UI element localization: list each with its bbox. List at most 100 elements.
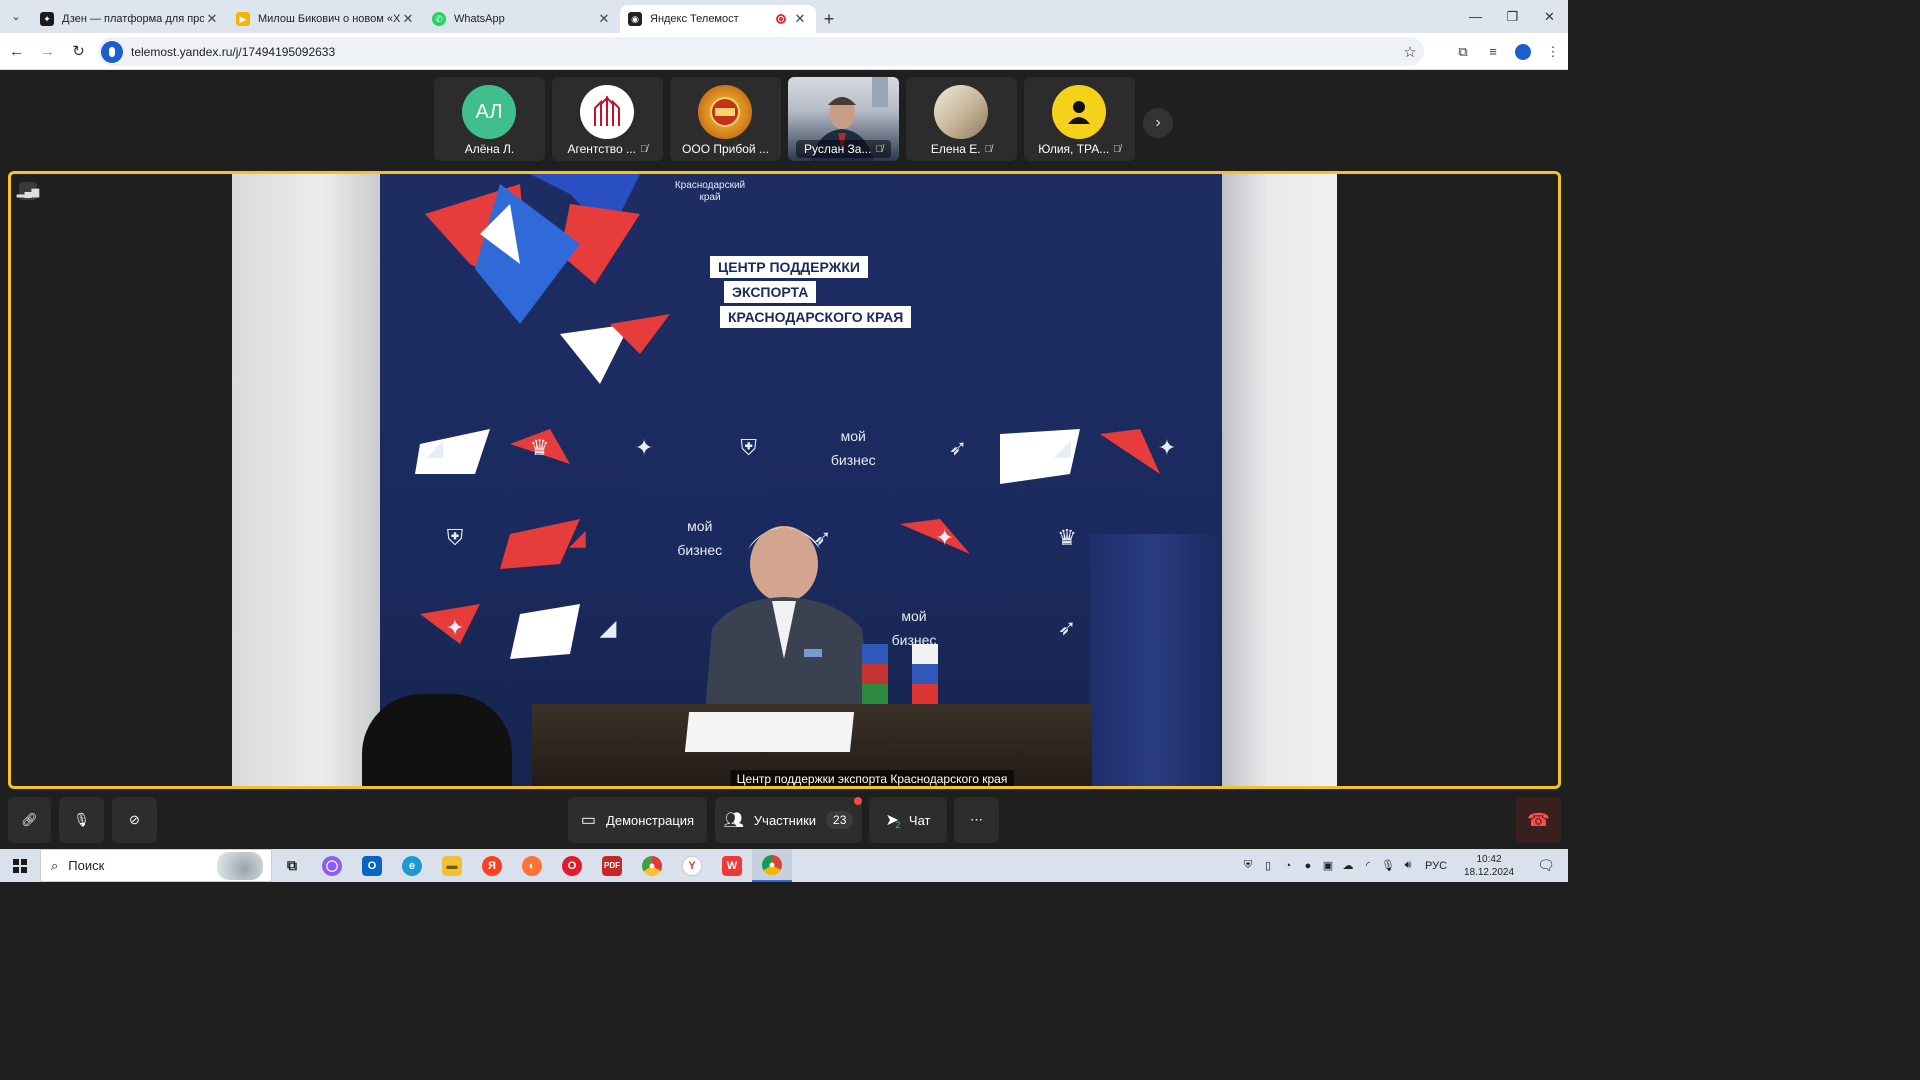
tab-search-button[interactable]: ⌄ (0, 0, 32, 33)
taskbar-search[interactable]: ⌕ Поиск (40, 849, 272, 882)
browser-tab[interactable]: ▶ Милош Бикович о новом «Хо... ✕ (228, 5, 424, 33)
address-bar[interactable]: telemost.yandex.ru/j/17494195092633 ☆ (98, 37, 1424, 66)
wall-right (1222, 174, 1337, 786)
participants-count-badge: 23 (826, 811, 854, 829)
screen-share-button[interactable]: ▭ Демонстрация (568, 797, 707, 843)
alice-icon[interactable]: ◯ (312, 849, 352, 882)
chevron-right-icon[interactable]: › (1143, 108, 1173, 138)
media-controls-icon[interactable]: ≡ (1478, 37, 1508, 66)
microphone-button[interactable]: 🎙︎ (59, 797, 104, 843)
participant-tile[interactable]: ООО Прибой ... (670, 77, 781, 161)
region-label-line: край (699, 192, 721, 203)
main-video[interactable]: ▂▄▆ Краснодарский край ЦЕНТР ПОДДЕРЖКИ Э… (8, 171, 1561, 789)
russia-flag (912, 644, 938, 704)
banner-title-line: ЦЕНТР ПОДДЕРЖКИ (710, 256, 868, 278)
more-options-button[interactable]: ⋯ (954, 797, 999, 843)
app-tray-icon[interactable]: ● (1298, 860, 1318, 872)
browser-tab[interactable]: ✦ Дзен — платформа для прос... ✕ (32, 5, 228, 33)
notifications-icon[interactable]: 🗨︎ (1524, 857, 1568, 874)
url-text[interactable]: telemost.yandex.ru/j/17494195092633 (131, 45, 1396, 59)
opera-icon[interactable]: O (552, 849, 592, 882)
reload-icon[interactable]: ↻ (64, 37, 93, 66)
participant-tile[interactable]: АЛ Алёна Л. (434, 77, 545, 161)
more-dots-icon: ⋯ (970, 812, 983, 827)
clock[interactable]: 10:42 18.12.2024 (1454, 853, 1524, 879)
display-icon[interactable]: ▣ (1318, 859, 1338, 872)
windows-start-button[interactable] (0, 849, 40, 882)
pdf-reader-icon[interactable]: PDF (592, 849, 632, 882)
yandex-browser-icon[interactable]: Y (672, 849, 712, 882)
participant-tile-video[interactable]: Руслан За... 🎙̸ (788, 77, 899, 161)
close-tab-icon[interactable]: ✕ (596, 11, 612, 27)
extensions-icon[interactable]: ⧉ (1448, 37, 1478, 66)
language-indicator[interactable]: РУС (1418, 860, 1454, 872)
battery-icon[interactable]: ▯ (1258, 859, 1278, 872)
recording-icon (776, 14, 786, 24)
profile-icon[interactable] (1508, 37, 1538, 66)
company-logo-icon (710, 97, 740, 127)
new-tab-button[interactable]: + (816, 5, 842, 33)
outlook-icon[interactable]: O (352, 849, 392, 882)
search-icon: ⌕ (51, 857, 59, 873)
yandex-icon[interactable]: Я (472, 849, 512, 882)
display-pillar (1090, 534, 1220, 786)
file-explorer-icon[interactable]: ▬ (432, 849, 472, 882)
security-icon[interactable]: ⛨ (1238, 859, 1258, 872)
restore-icon[interactable]: ❐ (1494, 0, 1531, 33)
vivaldi-icon[interactable]: W (712, 849, 752, 882)
back-icon[interactable]: ← (2, 37, 31, 66)
minimize-icon[interactable]: — (1457, 0, 1494, 33)
participant-tile[interactable]: Юлия, ТРА... 🎙̸ (1024, 77, 1135, 161)
participants-strip: АЛ Алёна Л. Агентство ... 🎙̸ ООО Прибой . (434, 77, 1135, 161)
microphone-tray-icon[interactable]: 🎙︎ (1378, 859, 1398, 872)
russia-eagle-emblem-icon: ♛ (529, 435, 550, 460)
participant-name: ООО Прибой ... (682, 142, 769, 156)
export-center-logo: ✦ (935, 525, 954, 550)
wifi-icon[interactable]: ◜ (1358, 859, 1378, 872)
krasnodar-flag (862, 644, 888, 704)
chrome-icon[interactable]: ● (752, 849, 792, 882)
screen-share-icon: ▭ (580, 812, 597, 829)
network-status-icon[interactable]: ◔ (1278, 860, 1298, 872)
participant-name: Юлия, ТРА... (1038, 142, 1110, 156)
region-label: Краснодарский край (670, 180, 750, 204)
avatar (934, 85, 988, 139)
browser-tab[interactable]: ✆ WhatsApp ✕ (424, 5, 620, 33)
participant-name: Агентство ... (567, 142, 637, 156)
browser-tab-active[interactable]: ◉ Яндекс Телемост ✕ (620, 5, 816, 33)
tab-title: Дзен — платформа для прос... (62, 13, 204, 25)
camera-button[interactable]: ⊘ (112, 797, 157, 843)
menu-kebab-icon[interactable]: ⋮ (1538, 37, 1568, 66)
edge-icon[interactable]: e (392, 849, 432, 882)
forward-icon[interactable]: → (33, 37, 62, 66)
link-icon: 🔗︎ (21, 812, 38, 827)
avatar: АЛ (462, 85, 516, 139)
bookmark-star-icon[interactable]: ☆ (1396, 43, 1424, 61)
window-controls: — ❐ ✕ (1457, 0, 1568, 33)
microphone-in-use-icon[interactable] (101, 40, 123, 63)
chromium-icon[interactable]: ● (632, 849, 672, 882)
volume-icon[interactable]: 🔊︎ (1398, 859, 1418, 872)
documents (684, 712, 855, 752)
connection-quality-icon[interactable]: ▂▄▆ (17, 182, 39, 200)
banner-title-line: ЭКСПОРТА (724, 281, 817, 303)
cloud-icon[interactable]: ☁ (1338, 859, 1358, 872)
firefox-icon[interactable]: ◐ (512, 849, 552, 882)
avatar (1052, 85, 1106, 139)
chat-unread-count: 2 (895, 820, 901, 830)
leave-call-button[interactable]: ☎ (1516, 797, 1561, 843)
close-window-icon[interactable]: ✕ (1531, 0, 1568, 33)
close-tab-icon[interactable]: ✕ (400, 11, 416, 27)
chat-button[interactable]: ➤ 2 Чат (869, 797, 947, 843)
russian-export-center-logo: ➶ (948, 435, 968, 460)
participants-button[interactable]: 👥︎ Участники 23 (715, 797, 862, 843)
copy-link-button[interactable]: 🔗︎ (8, 797, 51, 843)
task-view-icon[interactable]: ⧉ (272, 849, 312, 882)
participant-name: Елена Е. (930, 142, 981, 156)
my-business-logo: мой бизнес (830, 428, 876, 468)
participant-tile[interactable]: Агентство ... 🎙̸ (552, 77, 663, 161)
close-tab-icon[interactable]: ✕ (204, 11, 220, 27)
krasnodar-emblem-icon: ⛨ (446, 525, 464, 550)
close-tab-icon[interactable]: ✕ (792, 11, 808, 27)
participant-tile[interactable]: Елена Е. 🎙̸ (906, 77, 1017, 161)
